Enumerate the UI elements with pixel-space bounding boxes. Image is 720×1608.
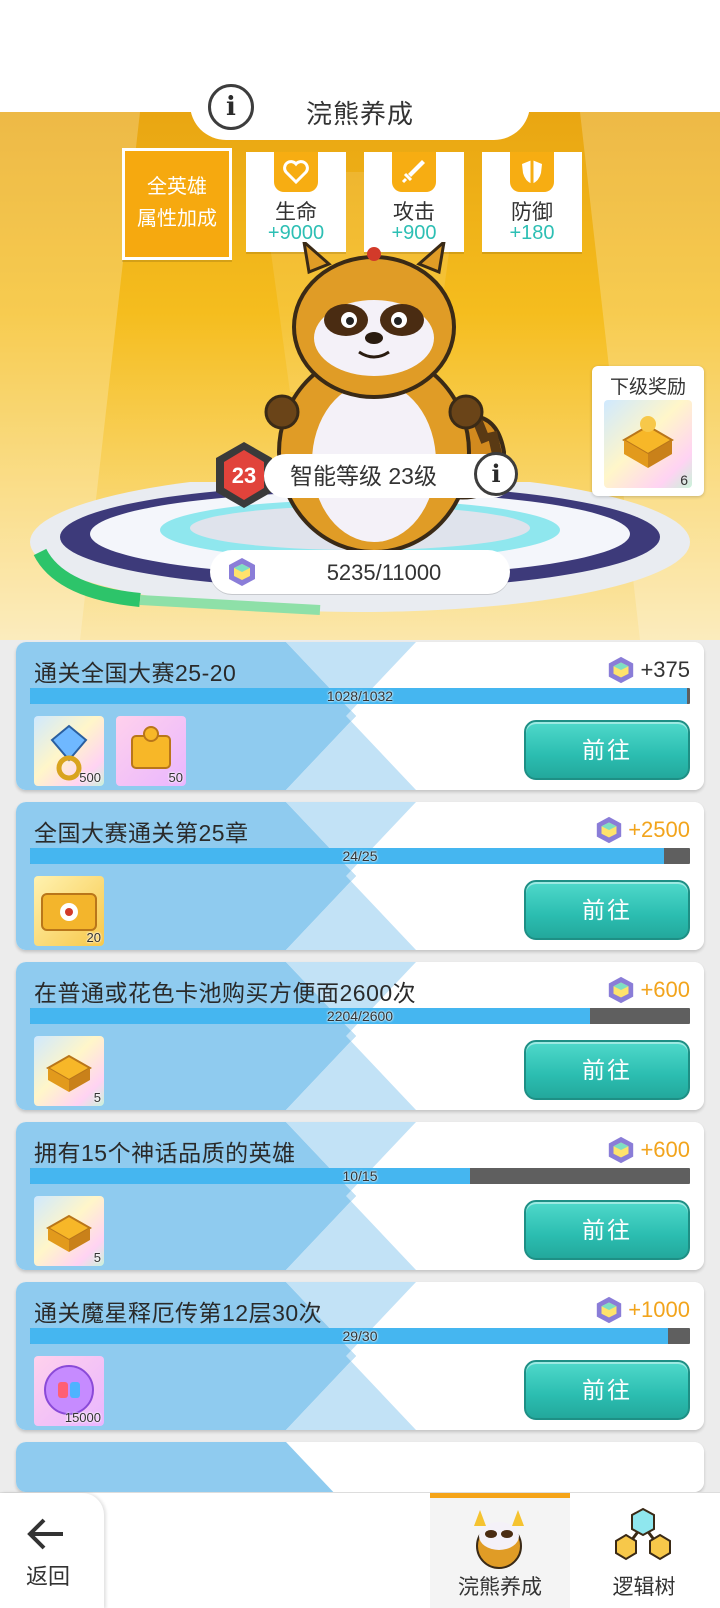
task-title: 全国大赛通关第25章 xyxy=(34,820,249,846)
task-card: 通关全国大赛25-20 +375 1028/1032 500 50 前往 xyxy=(16,642,704,790)
rainbow-gem-icon xyxy=(609,1136,634,1164)
tab-raccoon-training[interactable]: 浣熊养成 xyxy=(430,1493,570,1608)
task-title: 通关魔星释厄传第12层30次 xyxy=(34,1300,323,1326)
item-count: 5 xyxy=(93,1250,101,1265)
back-label: 返回 xyxy=(25,1564,70,1589)
back-button[interactable]: 返回 xyxy=(0,1493,104,1608)
level-label: 智能等级 23级 xyxy=(290,463,437,489)
task-reward: +375 xyxy=(606,654,690,686)
reward-item[interactable]: 15000 xyxy=(34,1356,104,1426)
tab-logic-tree[interactable]: 逻辑树 xyxy=(574,1493,714,1608)
reward-item[interactable]: 5 xyxy=(34,1036,104,1106)
item-count: 5 xyxy=(93,1090,101,1105)
task-card: 拥有15个神话品质的英雄 +600 10/15 5 前往 xyxy=(16,1122,704,1270)
task-reward: +600 xyxy=(606,974,690,1006)
reward-amount: +1000 xyxy=(628,1297,690,1322)
raccoon-icon xyxy=(474,1510,524,1569)
xp-display: 5235/11000 xyxy=(210,550,510,594)
tab-label: 逻辑树 xyxy=(612,1576,676,1599)
task-reward: +600 xyxy=(606,1134,690,1166)
bottom-nav: 返回 浣熊养成 逻辑树 xyxy=(0,1492,720,1608)
item-count: 15000 xyxy=(64,1410,101,1425)
reward-amount: +600 xyxy=(640,1137,690,1162)
all-heroes-bonus-label: 全英雄 属性加成 xyxy=(122,148,232,260)
heart-icon xyxy=(274,152,318,192)
shield-icon xyxy=(510,152,554,192)
item-count: 500 xyxy=(79,770,101,785)
progress-bar: 2204/2600 xyxy=(30,1008,690,1024)
reward-count: 6 xyxy=(680,472,688,488)
reward-item[interactable]: 20 xyxy=(34,876,104,946)
raccoon-mascot xyxy=(264,242,507,554)
task-card: 通关魔星释厄传第12层30次 +1000 29/30 15000 前往 xyxy=(16,1282,704,1430)
go-button[interactable]: 前往 xyxy=(524,1360,690,1420)
task-title: 通关全国大赛25-20 xyxy=(34,660,237,686)
reward-item[interactable]: 50 xyxy=(116,716,186,786)
progress-text: 29/30 xyxy=(342,1328,378,1344)
gold-puzzle-icon[interactable]: 6 xyxy=(604,400,692,488)
level-info-button[interactable]: i xyxy=(474,452,518,496)
next-level-reward[interactable]: 下级奖励 6 xyxy=(592,366,704,496)
progress-text: 1028/1032 xyxy=(326,688,394,704)
go-button[interactable]: 前往 xyxy=(524,1200,690,1260)
task-reward: +2500 xyxy=(594,814,690,846)
back-arrow-icon xyxy=(27,1518,63,1550)
reward-item[interactable]: 5 xyxy=(34,1196,104,1266)
go-button[interactable]: 前往 xyxy=(524,1040,690,1100)
task-reward: +1000 xyxy=(594,1294,690,1326)
stat-hp: 生命 +9000 xyxy=(246,152,346,252)
task-title: 拥有15个神话品质的英雄 xyxy=(34,1140,296,1166)
page-title: 浣熊养成 xyxy=(305,99,414,129)
level-badge-number: 23 xyxy=(232,463,256,488)
bonus-label-line1: 全英雄 xyxy=(147,176,207,198)
item-count: 20 xyxy=(86,930,101,945)
tab-label: 浣熊养成 xyxy=(458,1576,542,1599)
progress-bar: 10/15 xyxy=(30,1168,690,1184)
reward-item[interactable]: 500 xyxy=(34,716,104,786)
progress-bar: 1028/1032 xyxy=(30,688,690,704)
progress-bar: 29/30 xyxy=(30,1328,690,1344)
logic-tree-icon xyxy=(615,1507,671,1561)
progress-text: 10/15 xyxy=(342,1168,378,1184)
task-title: 在普通或花色卡池购买方便面2600次 xyxy=(34,980,417,1006)
task-card: 在普通或花色卡池购买方便面2600次 +600 2204/2600 5 前往 xyxy=(16,962,704,1110)
card-background xyxy=(16,1442,704,1492)
go-button[interactable]: 前往 xyxy=(524,880,690,940)
task-card-partial xyxy=(16,1442,704,1492)
bonus-label-line2: 属性加成 xyxy=(137,208,217,230)
rainbow-gem-icon xyxy=(597,1296,622,1324)
xp-text: 5235/11000 xyxy=(326,560,442,585)
stat-defense: 防御 +180 xyxy=(482,152,582,252)
level-label-pill: 智能等级 23级 i xyxy=(264,452,518,498)
progress-text: 24/25 xyxy=(342,848,378,864)
rainbow-gem-icon xyxy=(609,656,634,684)
reward-amount: +375 xyxy=(640,657,690,682)
item-count: 50 xyxy=(168,770,183,785)
stat-attack: 攻击 +900 xyxy=(364,152,464,252)
rainbow-gem-icon xyxy=(229,558,255,586)
go-button[interactable]: 前往 xyxy=(524,720,690,780)
rainbow-gem-icon xyxy=(609,976,634,1004)
page-title-tab: i 浣熊养成 xyxy=(190,78,530,140)
task-card: 全国大赛通关第25章 +2500 24/25 20 前往 xyxy=(16,802,704,950)
reward-amount: +2500 xyxy=(628,817,690,842)
progress-bar: 24/25 xyxy=(30,848,690,864)
reward-amount: +600 xyxy=(640,977,690,1002)
rainbow-gem-icon xyxy=(597,816,622,844)
hero-panel: 全英雄 属性加成 生命 +9000 攻击 +900 防御 +180 23 智能等… xyxy=(0,112,720,640)
progress-text: 2204/2600 xyxy=(326,1008,394,1024)
next-reward-title: 下级奖励 xyxy=(609,377,686,398)
sword-icon xyxy=(392,152,436,192)
